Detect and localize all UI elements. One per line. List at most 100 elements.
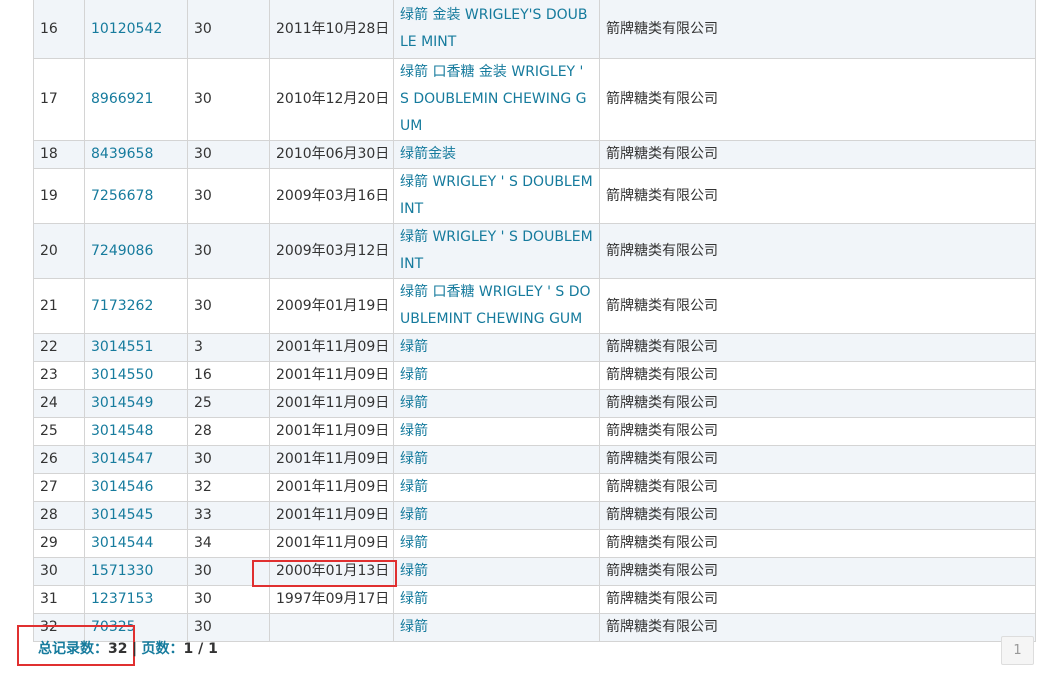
table-row: 23 3014550 16 2001年11月09日 绿箭 箭牌糖类有限公司 xyxy=(33,361,1036,390)
registration-number-link[interactable]: 3014547 xyxy=(84,445,188,474)
table-row: 27 3014546 32 2001年11月09日 绿箭 箭牌糖类有限公司 xyxy=(33,473,1036,502)
applicant-name: 箭牌糖类有限公司 xyxy=(599,361,1036,390)
row-number: 29 xyxy=(33,529,85,558)
row-number: 21 xyxy=(33,278,85,334)
class-number: 3 xyxy=(187,333,270,362)
registration-number-link[interactable]: 3014551 xyxy=(84,333,188,362)
trademark-name-link[interactable]: 绿箭 金装 WRIGLEY'S DOUBLE MINT xyxy=(393,0,600,59)
registration-number-link[interactable]: 3014545 xyxy=(84,501,188,530)
table-row: 24 3014549 25 2001年11月09日 绿箭 箭牌糖类有限公司 xyxy=(33,389,1036,418)
row-number: 30 xyxy=(33,557,85,586)
trademark-name-link[interactable]: 绿箭 xyxy=(393,473,600,502)
application-date: 2001年11月09日 xyxy=(269,333,394,362)
trademark-name-link[interactable]: 绿箭 xyxy=(393,529,600,558)
application-date: 2010年12月20日 xyxy=(269,58,394,141)
date-highlight-box xyxy=(252,560,397,587)
row-number: 16 xyxy=(33,0,85,59)
applicant-name: 箭牌糖类有限公司 xyxy=(599,445,1036,474)
applicant-name: 箭牌糖类有限公司 xyxy=(599,613,1036,642)
trademark-name-link[interactable]: 绿箭 xyxy=(393,389,600,418)
applicant-name: 箭牌糖类有限公司 xyxy=(599,333,1036,362)
registration-number-link[interactable]: 3014549 xyxy=(84,389,188,418)
applicant-name: 箭牌糖类有限公司 xyxy=(599,417,1036,446)
trademark-name-link[interactable]: 绿箭金装 xyxy=(393,140,600,169)
application-date: 2001年11月09日 xyxy=(269,501,394,530)
table-row: 29 3014544 34 2001年11月09日 绿箭 箭牌糖类有限公司 xyxy=(33,529,1036,558)
class-number: 28 xyxy=(187,417,270,446)
total-records-value: 32 xyxy=(108,641,128,657)
trademark-name-link[interactable]: 绿箭 xyxy=(393,557,600,586)
total-records-label: 总记录数： xyxy=(38,641,108,657)
registration-number-link[interactable]: 3014548 xyxy=(84,417,188,446)
application-date: 2001年11月09日 xyxy=(269,417,394,446)
page-count-value: 1 / 1 xyxy=(183,641,218,657)
table-row: 17 8966921 30 2010年12月20日 绿箭 口香糖 金装 WRIG… xyxy=(33,58,1036,141)
applicant-name: 箭牌糖类有限公司 xyxy=(599,168,1036,224)
row-number: 23 xyxy=(33,361,85,390)
class-number: 30 xyxy=(187,140,270,169)
table-row: 22 3014551 3 2001年11月09日 绿箭 箭牌糖类有限公司 xyxy=(33,333,1036,362)
applicant-name: 箭牌糖类有限公司 xyxy=(599,501,1036,530)
applicant-name: 箭牌糖类有限公司 xyxy=(599,0,1036,59)
record-summary: 总记录数：32 | 页数：1 / 1 xyxy=(38,638,218,658)
registration-number-link[interactable]: 7173262 xyxy=(84,278,188,334)
application-date: 2009年03月12日 xyxy=(269,223,394,279)
registration-number-link[interactable]: 3014550 xyxy=(84,361,188,390)
page-count-label: 页数： xyxy=(141,641,184,657)
trademark-name-link[interactable]: 绿箭 口香糖 WRIGLEY ' S DOUBLEMINT CHEWING GU… xyxy=(393,278,600,334)
trademark-name-link[interactable]: 绿箭 WRIGLEY ' S DOUBLEMINT xyxy=(393,223,600,279)
applicant-name: 箭牌糖类有限公司 xyxy=(599,473,1036,502)
summary-separator: | xyxy=(131,641,138,657)
application-date: 2011年10月28日 xyxy=(269,0,394,59)
applicant-name: 箭牌糖类有限公司 xyxy=(599,223,1036,279)
application-date: 2009年01月19日 xyxy=(269,278,394,334)
class-number: 30 xyxy=(187,58,270,141)
trademark-name-link[interactable]: 绿箭 口香糖 金装 WRIGLEY ' S DOUBLEMIN CHEWING … xyxy=(393,58,600,141)
row-number: 25 xyxy=(33,417,85,446)
table-body: 16 10120542 30 2011年10月28日 绿箭 金装 WRIGLEY… xyxy=(33,0,1036,642)
registration-number-link[interactable]: 3014544 xyxy=(84,529,188,558)
class-number: 16 xyxy=(187,361,270,390)
trademark-name-link[interactable]: 绿箭 xyxy=(393,445,600,474)
class-number: 30 xyxy=(187,445,270,474)
row-number: 31 xyxy=(33,585,85,614)
table-row: 18 8439658 30 2010年06月30日 绿箭金装 箭牌糖类有限公司 xyxy=(33,140,1036,169)
application-date: 2010年06月30日 xyxy=(269,140,394,169)
registration-number-link[interactable]: 3014546 xyxy=(84,473,188,502)
registration-number-link[interactable]: 1237153 xyxy=(84,585,188,614)
trademark-name-link[interactable]: 绿箭 xyxy=(393,501,600,530)
trademark-name-link[interactable]: 绿箭 xyxy=(393,613,600,642)
applicant-name: 箭牌糖类有限公司 xyxy=(599,278,1036,334)
table-row: 19 7256678 30 2009年03月16日 绿箭 WRIGLEY ' S… xyxy=(33,168,1036,224)
row-number: 28 xyxy=(33,501,85,530)
applicant-name: 箭牌糖类有限公司 xyxy=(599,585,1036,614)
table-row: 16 10120542 30 2011年10月28日 绿箭 金装 WRIGLEY… xyxy=(33,0,1036,59)
pagination-page-button[interactable]: 1 xyxy=(1001,636,1034,665)
registration-number-link[interactable]: 8966921 xyxy=(84,58,188,141)
row-number: 24 xyxy=(33,389,85,418)
trademark-name-link[interactable]: 绿箭 xyxy=(393,333,600,362)
trademark-name-link[interactable]: 绿箭 xyxy=(393,417,600,446)
row-number: 27 xyxy=(33,473,85,502)
trademark-name-link[interactable]: 绿箭 xyxy=(393,585,600,614)
applicant-name: 箭牌糖类有限公司 xyxy=(599,557,1036,586)
class-number: 30 xyxy=(187,585,270,614)
registration-number-link[interactable]: 7249086 xyxy=(84,223,188,279)
class-number: 25 xyxy=(187,389,270,418)
application-date: 2001年11月09日 xyxy=(269,389,394,418)
applicant-name: 箭牌糖类有限公司 xyxy=(599,389,1036,418)
registration-number-link[interactable]: 7256678 xyxy=(84,168,188,224)
trademark-table: 16 10120542 30 2011年10月28日 绿箭 金装 WRIGLEY… xyxy=(33,0,1036,642)
table-row: 31 1237153 30 1997年09月17日 绿箭 箭牌糖类有限公司 xyxy=(33,585,1036,614)
row-number: 20 xyxy=(33,223,85,279)
trademark-name-link[interactable]: 绿箭 xyxy=(393,361,600,390)
table-row: 20 7249086 30 2009年03月12日 绿箭 WRIGLEY ' S… xyxy=(33,223,1036,279)
registration-number-link[interactable]: 10120542 xyxy=(84,0,188,59)
registration-number-link[interactable]: 8439658 xyxy=(84,140,188,169)
registration-number-link[interactable]: 1571330 xyxy=(84,557,188,586)
class-number: 30 xyxy=(187,168,270,224)
row-number: 26 xyxy=(33,445,85,474)
application-date: 1997年09月17日 xyxy=(269,585,394,614)
application-date: 2001年11月09日 xyxy=(269,473,394,502)
trademark-name-link[interactable]: 绿箭 WRIGLEY ' S DOUBLEMINT xyxy=(393,168,600,224)
